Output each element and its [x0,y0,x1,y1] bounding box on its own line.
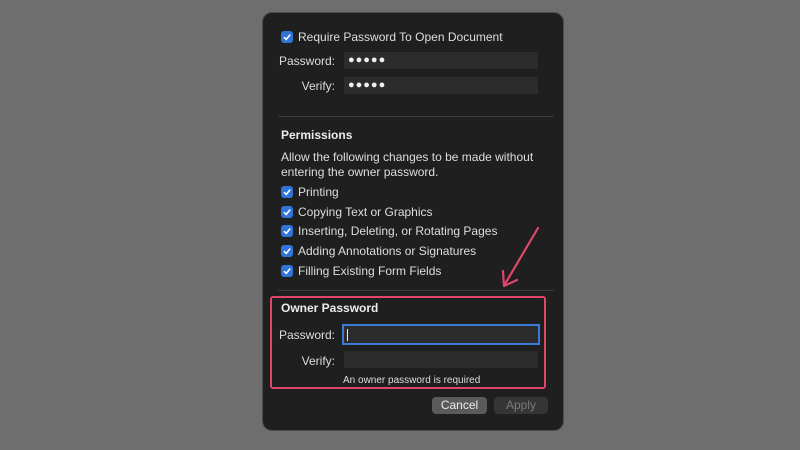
checkmark-icon [283,248,291,255]
checkmark-icon [283,189,291,196]
permissions-heading: Permissions [281,128,353,142]
inserting-label: Inserting, Deleting, or Rotating Pages [298,224,498,238]
apply-button[interactable]: Apply [494,397,548,414]
open-password-field[interactable]: ●●●●● [344,52,538,69]
open-password-value: ●●●●● [348,54,387,66]
cancel-button[interactable]: Cancel [432,397,487,414]
open-verify-value: ●●●●● [348,79,387,91]
open-verify-field[interactable]: ●●●●● [344,77,538,94]
permissions-description: Allow the following changes to be made w… [281,150,534,179]
form-fields-label: Filling Existing Form Fields [298,264,442,278]
require-password-label: Require Password To Open Document [298,30,503,44]
divider [278,116,554,117]
printing-checkbox[interactable] [281,186,293,198]
checkmark-icon [283,268,291,275]
printing-label: Printing [298,185,339,199]
checkmark-icon [283,34,291,41]
inserting-checkbox[interactable] [281,225,293,237]
annotation-highlight-box [270,296,546,389]
form-fields-checkbox[interactable] [281,265,293,277]
annotations-label: Adding Annotations or Signatures [298,244,477,258]
checkmark-icon [283,209,291,216]
require-password-checkbox[interactable] [281,31,293,43]
open-verify-label: Verify: [301,79,335,93]
copying-checkbox[interactable] [281,206,293,218]
checkmark-icon [283,228,291,235]
annotation-arrow-icon [501,226,540,288]
annotations-checkbox[interactable] [281,245,293,257]
copying-label: Copying Text or Graphics [298,205,433,219]
open-password-label: Password: [278,54,335,68]
